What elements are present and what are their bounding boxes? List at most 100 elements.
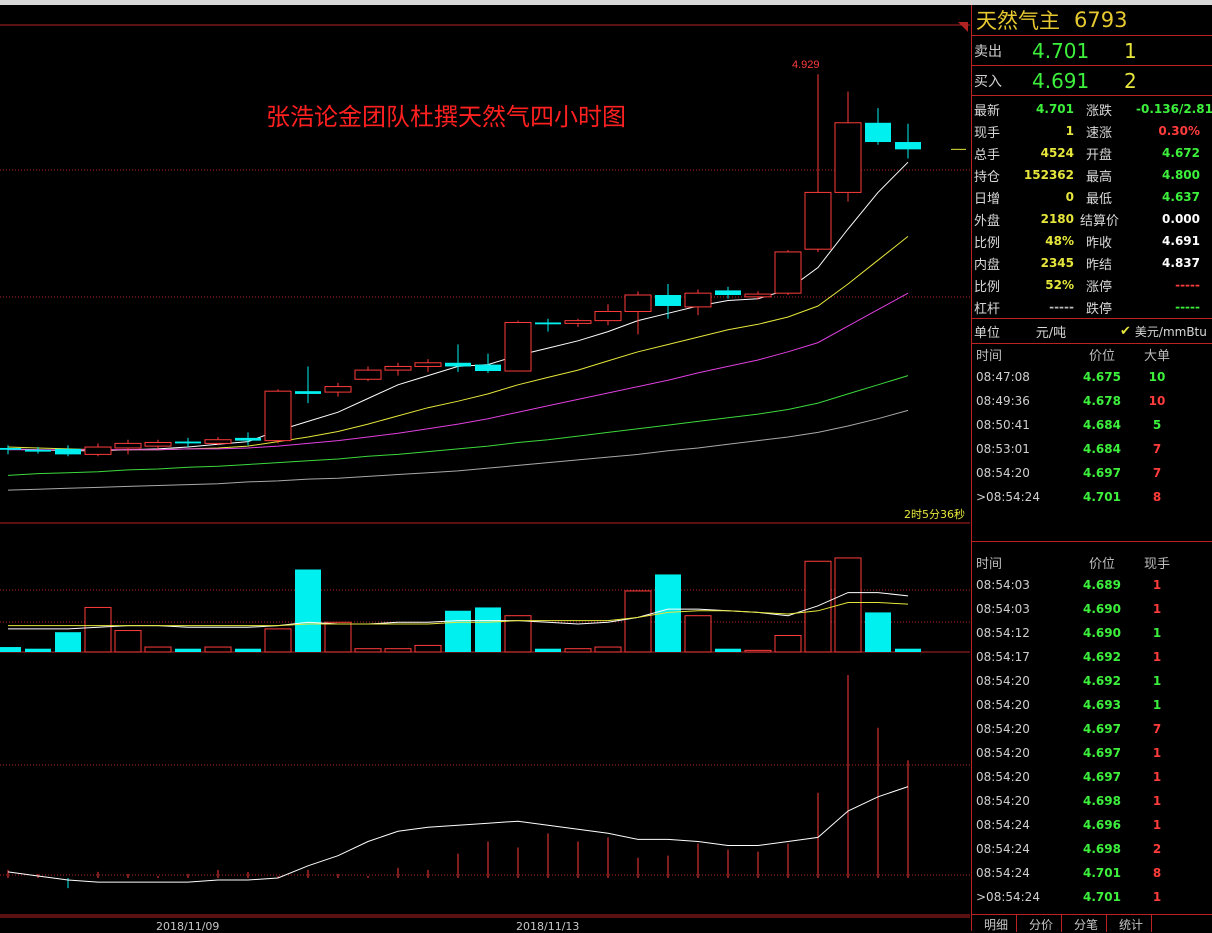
volume-bar-down[interactable] [655,574,681,652]
table-row[interactable]: 08:54:20 4.698 1 [972,789,1212,813]
volume-bar-up[interactable] [384,648,412,653]
candle-body-down[interactable] [235,437,261,441]
candle-body-down[interactable] [25,449,51,452]
volume-bar-down[interactable] [25,648,51,652]
table-row[interactable]: 08:54:24 4.696 1 [972,813,1212,837]
buy-row[interactable]: 买入 4.691 2 [972,66,1212,96]
price-cell: 4.698 [1083,842,1121,856]
tab-1[interactable]: 分价 [1017,915,1063,932]
ticks-table[interactable]: 时间 价位 现手 08:54:03 4.689 1 08:54:03 4.690 1 08:54:… [972,551,1212,909]
volume-bar-up[interactable] [624,590,652,653]
candle-body-up[interactable] [774,251,802,294]
candle-body-up[interactable] [354,369,382,380]
chart-area[interactable]: 4.929 张浩论金团队杜撰天然气四小时图 2时5分36秒 2018/11/09 201… [0,5,970,931]
volume-bar-up[interactable] [594,646,622,653]
candle-body-up[interactable] [204,439,232,444]
sell-row[interactable]: 卖出 4.701 1 [972,36,1212,66]
candle-body-up[interactable] [324,386,352,393]
candle-body-down[interactable] [445,362,471,367]
volume-bar-up[interactable] [414,644,442,653]
table-row[interactable]: 08:54:24 4.701 8 [972,861,1212,885]
candle-body-up[interactable] [384,365,412,371]
volume-bar-up[interactable] [264,628,292,653]
table-row[interactable]: 08:54:20 4.697 7 [972,461,1212,485]
stats-grid: 最新 4.701 涨跌 -0.136/2.81% 现手 1 速涨 0.30% 总手 4524 开盘 4… [972,96,1212,319]
table-row[interactable]: 08:54:24 4.698 2 [972,837,1212,861]
kline-chart[interactable]: 4.929 张浩论金团队杜撰天然气四小时图 2时5分36秒 2018/11/09 201… [0,5,970,931]
table-row[interactable]: 08:47:08 4.675 10 [972,365,1212,389]
candle-body-down[interactable] [895,142,921,150]
candle-body-up[interactable] [414,362,442,367]
candle-body-up[interactable] [564,320,592,324]
volume-bar-down[interactable] [475,607,501,652]
tab-0[interactable]: 明细 [972,915,1018,932]
candle-body-up[interactable] [744,293,772,298]
candle-body-down[interactable] [55,448,81,455]
instrument-header[interactable]: 天然气主 6793 [972,5,1212,36]
candle-body-down[interactable] [295,391,321,394]
volume-bar-up[interactable] [804,560,832,653]
candle-body-up[interactable] [684,292,712,308]
candle-body-down[interactable] [0,447,21,450]
time-cell: >08:54:24 [976,890,1040,904]
candle-body-down[interactable] [715,290,741,295]
check-icon[interactable]: ✔ [1120,324,1131,339]
volume-bar-up[interactable] [114,630,142,653]
candle-body-down[interactable] [865,122,891,143]
stat-value: 4.837 [1162,256,1200,270]
volume-bar-up[interactable] [744,649,772,653]
unit-option-yuan[interactable]: 元/吨 [1016,322,1086,341]
volume-bar-down[interactable] [715,648,741,652]
volume-bar-down[interactable] [235,648,261,652]
candle-body-up[interactable] [624,294,652,312]
table-row[interactable]: 08:54:20 4.697 7 [972,717,1212,741]
volume-bar-up[interactable] [774,635,802,653]
tab-2[interactable]: 分笔 [1062,915,1108,932]
unit-option-usd[interactable]: 美元/mmBtu [1135,323,1207,340]
table-row[interactable]: 08:50:41 4.684 5 [972,413,1212,437]
candle-body-down[interactable] [475,364,501,372]
time-cell: 08:54:20 [976,466,1030,480]
candle-body-up[interactable] [144,441,172,447]
volume-bar-down[interactable] [895,648,921,652]
table-row[interactable]: 08:54:20 4.697 1 [972,741,1212,765]
table-row[interactable]: 08:54:03 4.690 1 [972,597,1212,621]
table-row[interactable]: >08:54:24 4.701 1 [972,885,1212,909]
price-cell: 4.693 [1083,698,1121,712]
volume-bar-up[interactable] [564,648,592,653]
table-row[interactable]: 08:54:03 4.689 1 [972,573,1212,597]
volume-bar-up[interactable] [144,646,172,653]
volume-bar-down[interactable] [445,610,471,652]
volume-bar-down[interactable] [865,612,891,652]
tab-3[interactable]: 统计 [1107,915,1153,932]
candle-body-down[interactable] [655,294,681,306]
volume-bar-up[interactable] [324,621,352,653]
candle-body-up[interactable] [84,446,112,455]
volume-bar-up[interactable] [684,615,712,653]
table-row[interactable]: 08:54:20 4.697 1 [972,765,1212,789]
candle-body-down[interactable] [535,322,561,325]
table-row[interactable]: 08:54:20 4.693 1 [972,693,1212,717]
candle-body-up[interactable] [834,122,862,193]
volume-bar-down[interactable] [295,569,321,653]
candle-body-up[interactable] [264,390,292,442]
volume-bar-up[interactable] [84,606,112,653]
table-row[interactable]: >08:54:24 4.701 8 [972,485,1212,509]
volume-bar-up[interactable] [204,646,232,653]
volume-bar-down[interactable] [55,632,81,652]
candle-body-down[interactable] [175,441,201,444]
candle-body-up[interactable] [114,442,142,449]
table-row[interactable]: 08:54:20 4.692 1 [972,669,1212,693]
volume-bar-down[interactable] [175,648,201,652]
candle-body-up[interactable] [504,321,532,372]
candle-body-up[interactable] [594,310,622,322]
table-row[interactable]: 08:54:17 4.692 1 [972,645,1212,669]
table-row[interactable]: 08:54:12 4.690 1 [972,621,1212,645]
volume-bar-up[interactable] [354,648,382,653]
volume-bar-down[interactable] [0,647,21,652]
table-row[interactable]: 08:53:01 4.684 7 [972,437,1212,461]
candle-body-up[interactable] [804,191,832,250]
table-row[interactable]: 08:49:36 4.678 10 [972,389,1212,413]
stat-row: 总手 4524 开盘 4.672 [972,142,1212,164]
volume-bar-down[interactable] [535,648,561,652]
